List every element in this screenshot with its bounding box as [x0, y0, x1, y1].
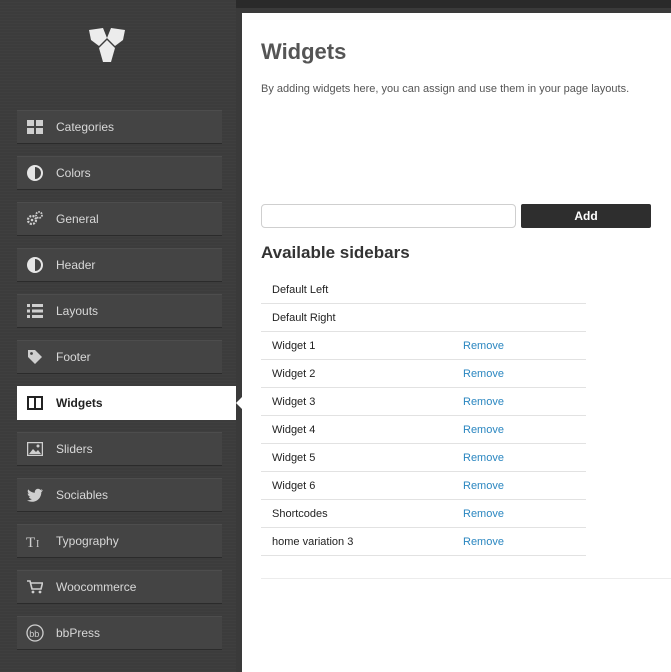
- page-title: Widgets: [261, 39, 347, 64]
- table-row: Shortcodes Remove: [261, 500, 586, 528]
- sidebar-item-woocommerce[interactable]: Woocommerce: [17, 570, 222, 604]
- table-row: Default Right: [261, 304, 586, 332]
- gears-icon: [26, 210, 44, 228]
- sidebar-name: Shortcodes: [272, 507, 328, 520]
- table-row: home variation 3 Remove: [261, 528, 586, 556]
- sidebar-item-footer[interactable]: Footer: [17, 340, 222, 374]
- sidebar-item-sociables[interactable]: Sociables: [17, 478, 222, 512]
- twitter-bird-icon: [26, 486, 44, 504]
- sidebar-name: home variation 3: [272, 535, 354, 548]
- bbpress-icon: bb: [26, 623, 44, 642]
- sidebar-name-input[interactable]: [261, 204, 516, 228]
- sidebar-item-label: bbPress: [56, 625, 101, 640]
- sidebar-name: Default Left: [272, 283, 329, 296]
- table-row: Widget 5 Remove: [261, 444, 586, 472]
- table-row: Widget 4 Remove: [261, 416, 586, 444]
- columns-icon: [26, 394, 44, 412]
- sidebar-item-label: Sliders: [56, 441, 93, 456]
- grid-icon: [26, 118, 44, 136]
- sidebar-item-typography[interactable]: T I Typography: [17, 524, 222, 558]
- sidebar-item-general[interactable]: General: [17, 202, 222, 236]
- list-icon: [26, 302, 44, 320]
- contrast-icon: [26, 256, 44, 274]
- section-title: Available sidebars: [261, 243, 410, 262]
- sidebar-name: Widget 1: [272, 339, 316, 352]
- sidebar-name: Widget 5: [272, 451, 316, 464]
- remove-link[interactable]: Remove: [463, 536, 504, 548]
- sidebar-nav: Categories Colors General Header Layouts Foot…: [17, 110, 245, 662]
- sidebar-item-label: Categories: [56, 119, 115, 134]
- sidebar-item-label: General: [56, 211, 99, 226]
- sidebar-item-label: Footer: [56, 349, 91, 364]
- divider: [261, 578, 671, 579]
- sidebar-item-label: Typography: [56, 533, 119, 548]
- sidebar-name: Widget 4: [272, 423, 316, 436]
- svg-text:bb: bb: [29, 629, 39, 639]
- remove-link[interactable]: Remove: [463, 508, 504, 520]
- tag-icon: [26, 348, 44, 366]
- table-row: Default Left: [261, 276, 586, 304]
- page-description: By adding widgets here, you can assign a…: [261, 83, 630, 95]
- sidebar-item-label: Widgets: [56, 396, 103, 410]
- remove-link[interactable]: Remove: [463, 452, 504, 464]
- table-row: Widget 6 Remove: [261, 472, 586, 500]
- sidebar-item-categories[interactable]: Categories: [17, 110, 222, 144]
- svg-text:I: I: [36, 539, 39, 549]
- remove-link[interactable]: Remove: [463, 424, 504, 436]
- sidebar-item-colors[interactable]: Colors: [17, 156, 222, 190]
- remove-link[interactable]: Remove: [463, 340, 504, 352]
- main-panel: Widgets By adding widgets here, you can …: [242, 13, 671, 672]
- sidebar-item-label: Header: [56, 257, 96, 272]
- contrast-icon: [26, 164, 44, 182]
- sidebar-name: Widget 3: [272, 395, 316, 408]
- sidebar: Categories Colors General Header Layouts Foot…: [0, 0, 245, 672]
- text-icon: TI: [26, 532, 44, 550]
- sidebar-item-header[interactable]: Header: [17, 248, 222, 282]
- add-button[interactable]: Add: [521, 204, 651, 228]
- table-row: Widget 2 Remove: [261, 360, 586, 388]
- remove-link[interactable]: Remove: [463, 396, 504, 408]
- sidebar-item-label: Layouts: [56, 303, 99, 318]
- sidebar-item-label: Sociables: [56, 487, 109, 502]
- sidebar-item-label: Colors: [56, 165, 91, 180]
- sidebar-name: Widget 2: [272, 367, 316, 380]
- sidebar-item-bbpress[interactable]: bb bbPress: [17, 616, 222, 650]
- sidebar-item-layouts[interactable]: Layouts: [17, 294, 222, 328]
- sidebar-name: Widget 6: [272, 479, 316, 492]
- sidebar-item-sliders[interactable]: Sliders: [17, 432, 222, 466]
- cart-icon: [26, 578, 44, 596]
- sidebar-name: Default Right: [272, 311, 336, 324]
- remove-link[interactable]: Remove: [463, 368, 504, 380]
- sidebar-item-widgets[interactable]: Widgets: [17, 386, 245, 420]
- svg-text:T: T: [26, 535, 35, 549]
- sidebar-item-label: Woocommerce: [56, 579, 137, 594]
- remove-link[interactable]: Remove: [463, 480, 504, 492]
- table-row: Widget 3 Remove: [261, 388, 586, 416]
- logo-icon: [89, 28, 125, 62]
- sidebars-table: Default Left Default Right Widget 1 Remove W…: [261, 276, 586, 556]
- image-icon: [26, 440, 44, 458]
- table-row: Widget 1 Remove: [261, 332, 586, 360]
